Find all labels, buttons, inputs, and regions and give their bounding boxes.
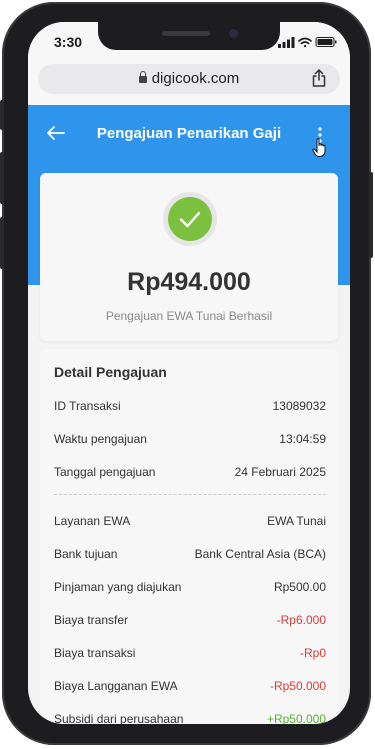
row-value: 13:04:59 (279, 432, 326, 446)
battery-icon (315, 37, 337, 47)
hand-cursor-icon (312, 138, 326, 157)
address-bar[interactable]: digicook.com (38, 64, 340, 94)
detail-row-transaction-fee: Biaya transaksi -Rp0 (54, 646, 326, 664)
row-label: Tanggal pengajuan (54, 465, 156, 479)
status-icons (278, 37, 337, 48)
detail-row-time: Waktu pengajuan 13:04:59 (54, 432, 326, 450)
url-text: digicook.com (151, 70, 240, 87)
row-value: -Rp6.000 (276, 613, 326, 627)
success-check-badge (168, 197, 212, 241)
status-time: 3:30 (54, 34, 83, 50)
mute-switch (0, 100, 4, 130)
row-label: Layanan EWA (54, 514, 131, 528)
row-label: Biaya transfer (54, 613, 129, 627)
volume-down-button (0, 217, 4, 269)
front-camera (229, 29, 238, 38)
row-label: Waktu pengajuan (54, 432, 147, 446)
page-title: Pengajuan Penarikan Gaji (96, 125, 282, 142)
share-icon[interactable] (312, 69, 326, 87)
detail-row-bank: Bank tujuan Bank Central Asia (BCA) (54, 547, 326, 565)
row-value: -Rp0 (299, 646, 326, 660)
detail-row-transfer-fee: Biaya transfer -Rp6.000 (54, 613, 326, 631)
row-label: ID Transaksi (54, 399, 121, 413)
detail-row-subscription-fee: Biaya Langganan EWA -Rp50.000 (54, 679, 326, 697)
detail-row-company-subsidy: Subsidi dari perusahaan +Rp50.000 (54, 712, 326, 724)
row-label: Biaya Langganan EWA (54, 679, 178, 693)
row-value: Rp500.00 (273, 580, 326, 594)
detail-title: Detail Pengajuan (54, 364, 167, 380)
detail-card: Detail Pengajuan ID Transaksi 13089032 W… (40, 349, 338, 724)
row-label: Subsidi dari perusahaan (54, 712, 184, 724)
withdrawal-amount: Rp494.000 (127, 268, 251, 296)
detail-row-loan: Pinjaman yang diajukan Rp500.00 (54, 580, 326, 598)
summary-card: Rp494.000 Pengajuan EWA Tunai Berhasil (40, 173, 338, 341)
detail-row-ewa-service: Layanan EWA EWA Tunai (54, 514, 326, 532)
detail-row-transaction-id: ID Transaksi 13089032 (54, 399, 326, 417)
row-value: Bank Central Asia (BCA) (194, 547, 326, 561)
speaker (162, 31, 210, 36)
row-label: Biaya transaksi (54, 646, 136, 660)
phone-frame: 3:30 digicook.com Pengajuan Penarikan Ga… (0, 2, 373, 745)
row-label: Pinjaman yang diajukan (54, 580, 182, 594)
volume-up-button (0, 152, 4, 204)
row-value: EWA Tunai (267, 514, 326, 528)
dashed-divider (54, 494, 326, 495)
screen: 3:30 digicook.com Pengajuan Penarikan Ga… (28, 22, 350, 724)
detail-row-date: Tanggal pengajuan 24 Februari 2025 (54, 465, 326, 483)
row-label: Bank tujuan (54, 547, 118, 561)
row-value: 24 Februari 2025 (234, 465, 326, 479)
status-message: Pengajuan EWA Tunai Berhasil (105, 309, 273, 323)
url-display: digicook.com (38, 70, 340, 87)
row-value: +Rp50.000 (266, 712, 326, 724)
signal-icon (278, 37, 295, 48)
browser-toolbar: digicook.com (28, 60, 350, 105)
wifi-icon (298, 37, 312, 48)
power-button (369, 172, 373, 258)
lock-icon (138, 71, 147, 83)
row-value: 13089032 (272, 399, 326, 413)
notch (98, 22, 280, 50)
row-value: -Rp50.000 (269, 679, 326, 693)
checkmark-icon (179, 211, 201, 228)
